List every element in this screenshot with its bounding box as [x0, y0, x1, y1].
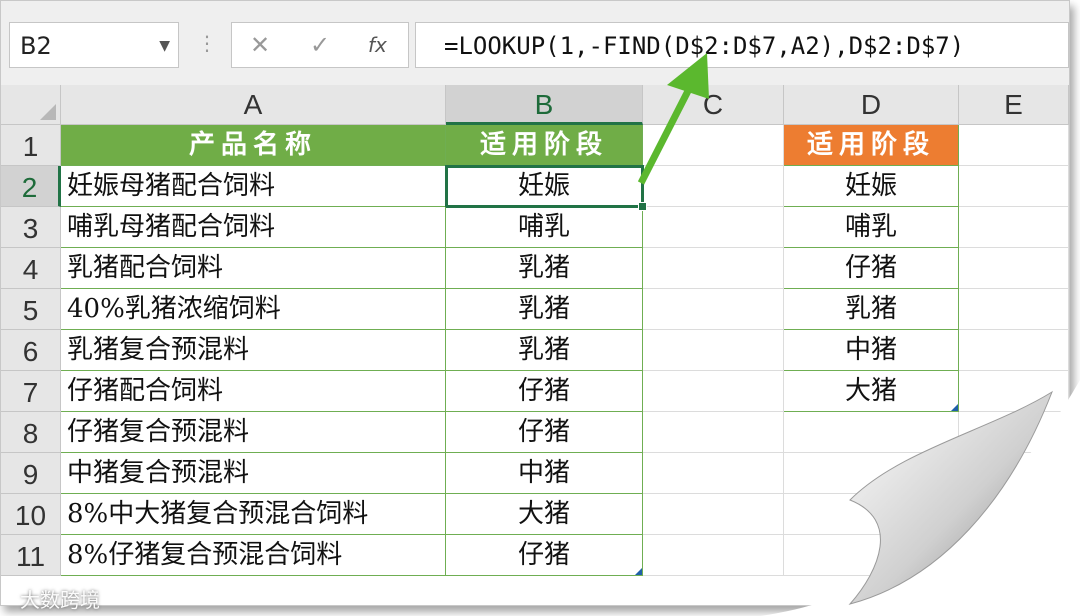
watermark: 大数跨境 — [20, 588, 100, 612]
page-curl — [760, 380, 1080, 616]
